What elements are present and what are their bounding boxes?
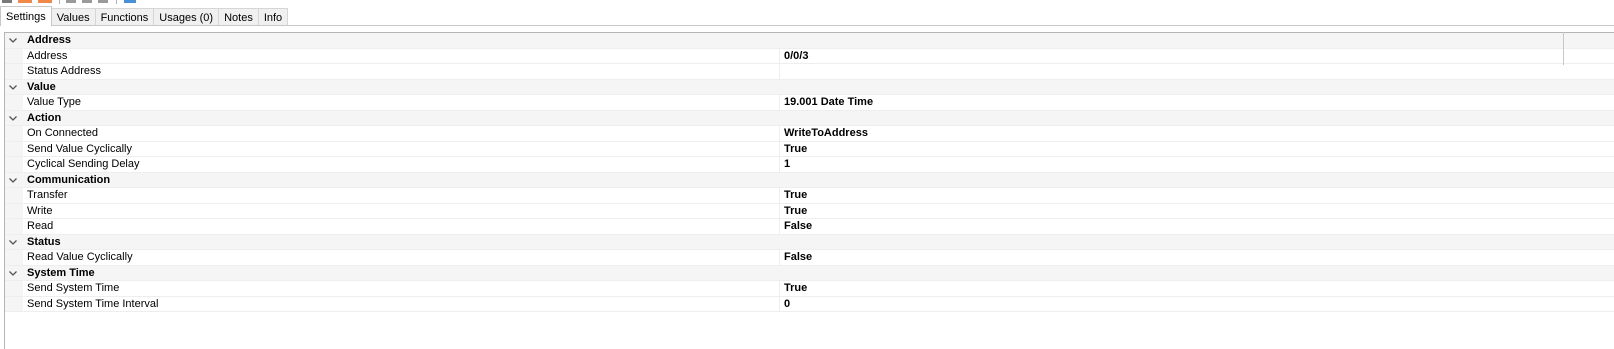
- property-name: Write: [27, 204, 53, 217]
- tab-notes[interactable]: Notes: [218, 8, 259, 26]
- chevron-down-icon[interactable]: [8, 267, 18, 280]
- chevron-down-icon[interactable]: [8, 174, 18, 187]
- property-name: Cyclical Sending Delay: [27, 158, 140, 170]
- property-grid: Address Address 0/0/3 Status Address Val…: [4, 32, 1614, 349]
- property-value[interactable]: False: [784, 219, 812, 234]
- property-name: Send Value Cyclically: [27, 142, 132, 155]
- property-name: Address: [27, 49, 68, 62]
- toolbar-icon[interactable]: [82, 0, 92, 3]
- row-margin: [5, 219, 23, 234]
- toolbar-icon[interactable]: [98, 0, 108, 3]
- property-name: On Connected: [27, 127, 98, 139]
- property-name: Read: [27, 220, 54, 232]
- chevron-down-icon[interactable]: [8, 34, 18, 47]
- row-margin: [5, 64, 23, 79]
- toolbar-icon[interactable]: [2, 0, 12, 3]
- property-value[interactable]: 0: [784, 297, 790, 312]
- property-value[interactable]: 19.001 Date Time: [784, 95, 873, 110]
- property-row-send-system-time[interactable]: Send System Time True: [5, 281, 1614, 297]
- property-value[interactable]: True: [784, 281, 807, 296]
- row-margin: [5, 126, 23, 141]
- column-divider: [779, 203, 780, 218]
- property-row-value-type[interactable]: Value Type 19.001 Date Time: [5, 95, 1614, 111]
- property-name: Status Address: [27, 65, 101, 77]
- column-divider: [779, 95, 780, 110]
- row-margin: [5, 157, 23, 172]
- category-system-time[interactable]: System Time: [5, 265, 1614, 281]
- property-name: Value Type: [27, 96, 82, 108]
- property-name: Transfer: [27, 189, 68, 201]
- column-divider: [779, 126, 780, 141]
- property-row-write[interactable]: Write True: [5, 203, 1614, 219]
- property-value[interactable]: True: [784, 142, 807, 157]
- category-status[interactable]: Status: [5, 234, 1614, 250]
- row-margin: [5, 203, 23, 218]
- column-divider: [779, 157, 780, 172]
- toolbar-icon[interactable]: [66, 0, 76, 3]
- tab-strip: Settings Values Functions Usages (0) Not…: [0, 6, 289, 26]
- toolbar-help-icon[interactable]: [124, 0, 136, 3]
- property-value[interactable]: WriteToAddress: [784, 126, 868, 141]
- property-row-status-address[interactable]: Status Address: [5, 64, 1614, 80]
- toolbar: [0, 0, 1614, 5]
- tab-info[interactable]: Info: [257, 8, 289, 26]
- tab-settings[interactable]: Settings: [0, 6, 52, 26]
- column-divider: [779, 141, 780, 156]
- property-row-send-system-time-interval[interactable]: Send System Time Interval 0: [5, 296, 1614, 312]
- tab-functions[interactable]: Functions: [94, 8, 155, 26]
- row-margin: [5, 48, 23, 63]
- column-divider: [779, 281, 780, 296]
- row-margin: [5, 188, 23, 203]
- property-row-transfer[interactable]: Transfer True: [5, 188, 1614, 204]
- column-divider: [779, 250, 780, 265]
- property-value[interactable]: False: [784, 250, 812, 265]
- property-row-read-value-cyclically[interactable]: Read Value Cyclically False: [5, 250, 1614, 266]
- tab-values[interactable]: Values: [50, 8, 96, 26]
- row-margin: [5, 95, 23, 110]
- row-margin: [5, 250, 23, 265]
- category-label: Communication: [27, 173, 111, 186]
- property-name: Read Value Cyclically: [27, 251, 133, 263]
- property-row-read[interactable]: Read False: [5, 219, 1614, 235]
- tab-usages[interactable]: Usages (0): [153, 8, 220, 26]
- property-value[interactable]: 1: [784, 157, 790, 172]
- property-row-address[interactable]: Address 0/0/3: [5, 48, 1614, 64]
- chevron-down-icon[interactable]: [8, 236, 18, 249]
- chevron-down-icon[interactable]: [8, 81, 18, 94]
- category-action[interactable]: Action: [5, 110, 1614, 126]
- property-name: Send System Time: [27, 282, 120, 294]
- property-row-on-connected[interactable]: On Connected WriteToAddress: [5, 126, 1614, 142]
- property-value[interactable]: 0/0/3: [784, 49, 808, 64]
- column-divider: [779, 219, 780, 234]
- row-margin: [5, 296, 23, 311]
- property-row-cyclical-sending-delay[interactable]: Cyclical Sending Delay 1: [5, 157, 1614, 173]
- category-label: Status: [27, 235, 61, 248]
- column-divider: [779, 188, 780, 203]
- property-value[interactable]: True: [784, 188, 807, 203]
- property-value[interactable]: True: [784, 204, 807, 219]
- row-margin: [5, 281, 23, 296]
- category-communication[interactable]: Communication: [5, 172, 1614, 188]
- row-margin: [5, 141, 23, 156]
- column-divider: [779, 296, 780, 311]
- category-label: Value: [27, 80, 56, 93]
- grid-right-border: [1563, 32, 1564, 65]
- category-label: Action: [27, 111, 62, 124]
- tab-divider: [0, 25, 1614, 26]
- toolbar-separator: [59, 0, 60, 4]
- column-divider: [779, 64, 780, 79]
- toolbar-separator: [116, 0, 117, 4]
- category-label: System Time: [27, 266, 95, 279]
- category-value[interactable]: Value: [5, 79, 1614, 95]
- category-label: Address: [27, 34, 72, 46]
- property-row-send-value-cyclically[interactable]: Send Value Cyclically True: [5, 141, 1614, 157]
- column-divider: [779, 48, 780, 63]
- toolbar-accent-icon[interactable]: [38, 0, 52, 3]
- chevron-down-icon[interactable]: [8, 112, 18, 125]
- category-address[interactable]: Address: [5, 33, 1614, 49]
- property-name: Send System Time Interval: [27, 297, 159, 310]
- toolbar-accent-icon[interactable]: [18, 0, 32, 3]
